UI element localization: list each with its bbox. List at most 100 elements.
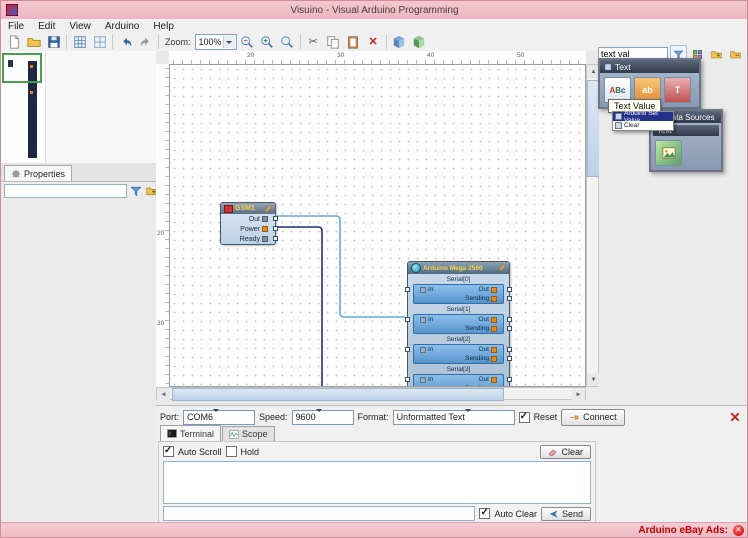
menu-item-arduino-set-value[interactable]: Arduino Set Value: [613, 112, 673, 121]
gsm1-pin-power-row: Power: [221, 224, 275, 234]
horizontal-scrollbar[interactable]: ◄ ►: [156, 387, 586, 400]
status-bar: Arduino eBay Ads: ✕: [1, 522, 747, 537]
port-select[interactable]: COM6: [183, 410, 255, 425]
pin-serial1-out[interactable]: [507, 317, 512, 322]
serial0-block[interactable]: In Out Sending: [413, 284, 504, 304]
pin-serial0-in[interactable]: [405, 287, 410, 292]
vertical-scrollbar[interactable]: ▲ ▼: [586, 64, 599, 387]
reset-checkbox[interactable]: [519, 412, 530, 423]
palette-text-titlebar[interactable]: Text: [600, 60, 699, 73]
open-file-icon[interactable]: [24, 33, 43, 51]
upload-icon[interactable]: [410, 33, 429, 51]
tab-terminal[interactable]: Terminal: [160, 425, 221, 441]
tab-properties[interactable]: Properties: [4, 165, 72, 181]
menu-edit[interactable]: Edit: [31, 21, 62, 32]
pin-serial2-sending[interactable]: [507, 356, 512, 361]
serial0-label: Serial[0]: [408, 274, 509, 284]
pin-modifier-icon[interactable]: [262, 226, 268, 232]
pin-gsm-ready[interactable]: [273, 236, 278, 241]
serial3-block[interactable]: In Out Sending: [413, 374, 504, 387]
send-row: Auto Clear Send: [163, 506, 591, 521]
design-overview-map[interactable]: [1, 51, 156, 164]
filter-icon[interactable]: [129, 182, 143, 200]
wire-gsm-power[interactable]: [277, 227, 322, 387]
component-arduino-mega-2560[interactable]: Arduino Mega 2560 Serial[0] In Out: [407, 261, 510, 387]
pin-gsm-out[interactable]: [273, 216, 278, 221]
menu-help[interactable]: Help: [146, 21, 181, 32]
delete-icon[interactable]: ✕: [364, 33, 383, 51]
disconnect-icon[interactable]: [727, 408, 743, 426]
app-window: Visuino - Visual Arduino Programming Fil…: [0, 0, 748, 538]
scroll-right-icon[interactable]: ►: [572, 388, 585, 401]
pin-serial2-out[interactable]: [507, 347, 512, 352]
data-source-component-icon[interactable]: [655, 140, 682, 166]
text-component-icon[interactable]: T: [664, 77, 691, 103]
pin-modifier-icon[interactable]: [491, 356, 497, 362]
collapse-all-icon[interactable]: [727, 45, 744, 63]
speed-select[interactable]: 9600: [292, 410, 354, 425]
expand-all-icon[interactable]: [708, 45, 725, 63]
serial1-label: Serial[1]: [408, 304, 509, 314]
zoom-in-icon[interactable]: [258, 33, 277, 51]
design-canvas[interactable]: GSM1 Out Power Ready: [169, 64, 586, 387]
auto-scroll-checkbox[interactable]: [163, 446, 174, 457]
auto-clear-checkbox[interactable]: [479, 508, 490, 519]
format-select[interactable]: Unformatted Text: [393, 410, 515, 425]
pin-modifier-icon[interactable]: [491, 287, 497, 293]
pin-serial1-in[interactable]: [405, 317, 410, 322]
pin-gsm-power[interactable]: [273, 226, 278, 231]
pin-serial1-sending[interactable]: [507, 326, 512, 331]
pin-modifier-icon[interactable]: [491, 326, 497, 332]
ads-close-icon[interactable]: ✕: [733, 525, 744, 536]
zoom-fit-icon[interactable]: [278, 33, 297, 51]
horizontal-scroll-thumb[interactable]: [172, 388, 504, 401]
clear-button[interactable]: Clear: [540, 445, 591, 459]
pin-modifier-icon[interactable]: [491, 377, 497, 383]
category-icon: [604, 63, 612, 71]
serial2-block[interactable]: In Out Sending: [413, 344, 504, 364]
redo-icon[interactable]: [136, 33, 155, 51]
compile-icon[interactable]: [390, 33, 409, 51]
pin-serial3-in[interactable]: [405, 377, 410, 382]
pin-serial0-sending[interactable]: [507, 296, 512, 301]
properties-toolbar: [1, 182, 156, 200]
save-icon[interactable]: [44, 33, 63, 51]
pin-serial3-out[interactable]: [507, 377, 512, 382]
zoom-select[interactable]: 100%: [195, 34, 237, 50]
menu-view[interactable]: View: [62, 21, 98, 32]
menu-arduino[interactable]: Arduino: [98, 21, 146, 32]
undo-icon[interactable]: [116, 33, 135, 51]
connect-button[interactable]: Connect: [561, 409, 625, 426]
pin-modifier-icon[interactable]: [491, 296, 497, 302]
arduino-header[interactable]: Arduino Mega 2560: [408, 262, 509, 274]
cut-icon[interactable]: ✂: [304, 33, 323, 51]
scroll-left-icon[interactable]: ◄: [157, 388, 170, 401]
hold-checkbox[interactable]: [226, 446, 237, 457]
copy-icon[interactable]: [324, 33, 343, 51]
send-input[interactable]: [163, 506, 475, 521]
pin-modifier-icon[interactable]: [491, 317, 497, 323]
edit-pencil-icon[interactable]: [264, 205, 272, 213]
edit-pencil-icon[interactable]: [498, 264, 506, 272]
tab-scope[interactable]: Scope: [222, 426, 275, 441]
terminal-output[interactable]: [163, 461, 591, 504]
minimap-viewport-rect[interactable]: [2, 53, 42, 83]
pin-serial2-in[interactable]: [405, 347, 410, 352]
gsm1-header[interactable]: GSM1: [221, 203, 275, 214]
title-bar[interactable]: Visuino - Visual Arduino Programming: [1, 1, 747, 19]
serial1-block[interactable]: In Out Sending: [413, 314, 504, 334]
wire-gsm-out-to-serial1-in[interactable]: [277, 216, 405, 317]
menu-file[interactable]: File: [1, 21, 31, 32]
minimap[interactable]: [1, 51, 46, 163]
pin-modifier-icon[interactable]: [491, 347, 497, 353]
new-file-icon[interactable]: [4, 33, 23, 51]
pin-serial0-out[interactable]: [507, 287, 512, 292]
properties-search-input[interactable]: [4, 184, 127, 198]
component-gsm1[interactable]: GSM1 Out Power Ready: [220, 202, 276, 245]
snap-grid-icon[interactable]: [90, 33, 109, 51]
grid-toggle-icon[interactable]: [70, 33, 89, 51]
send-button[interactable]: Send: [541, 507, 591, 521]
zoom-out-icon[interactable]: [238, 33, 257, 51]
paste-icon[interactable]: [344, 33, 363, 51]
ruler-label: 30: [157, 320, 164, 327]
